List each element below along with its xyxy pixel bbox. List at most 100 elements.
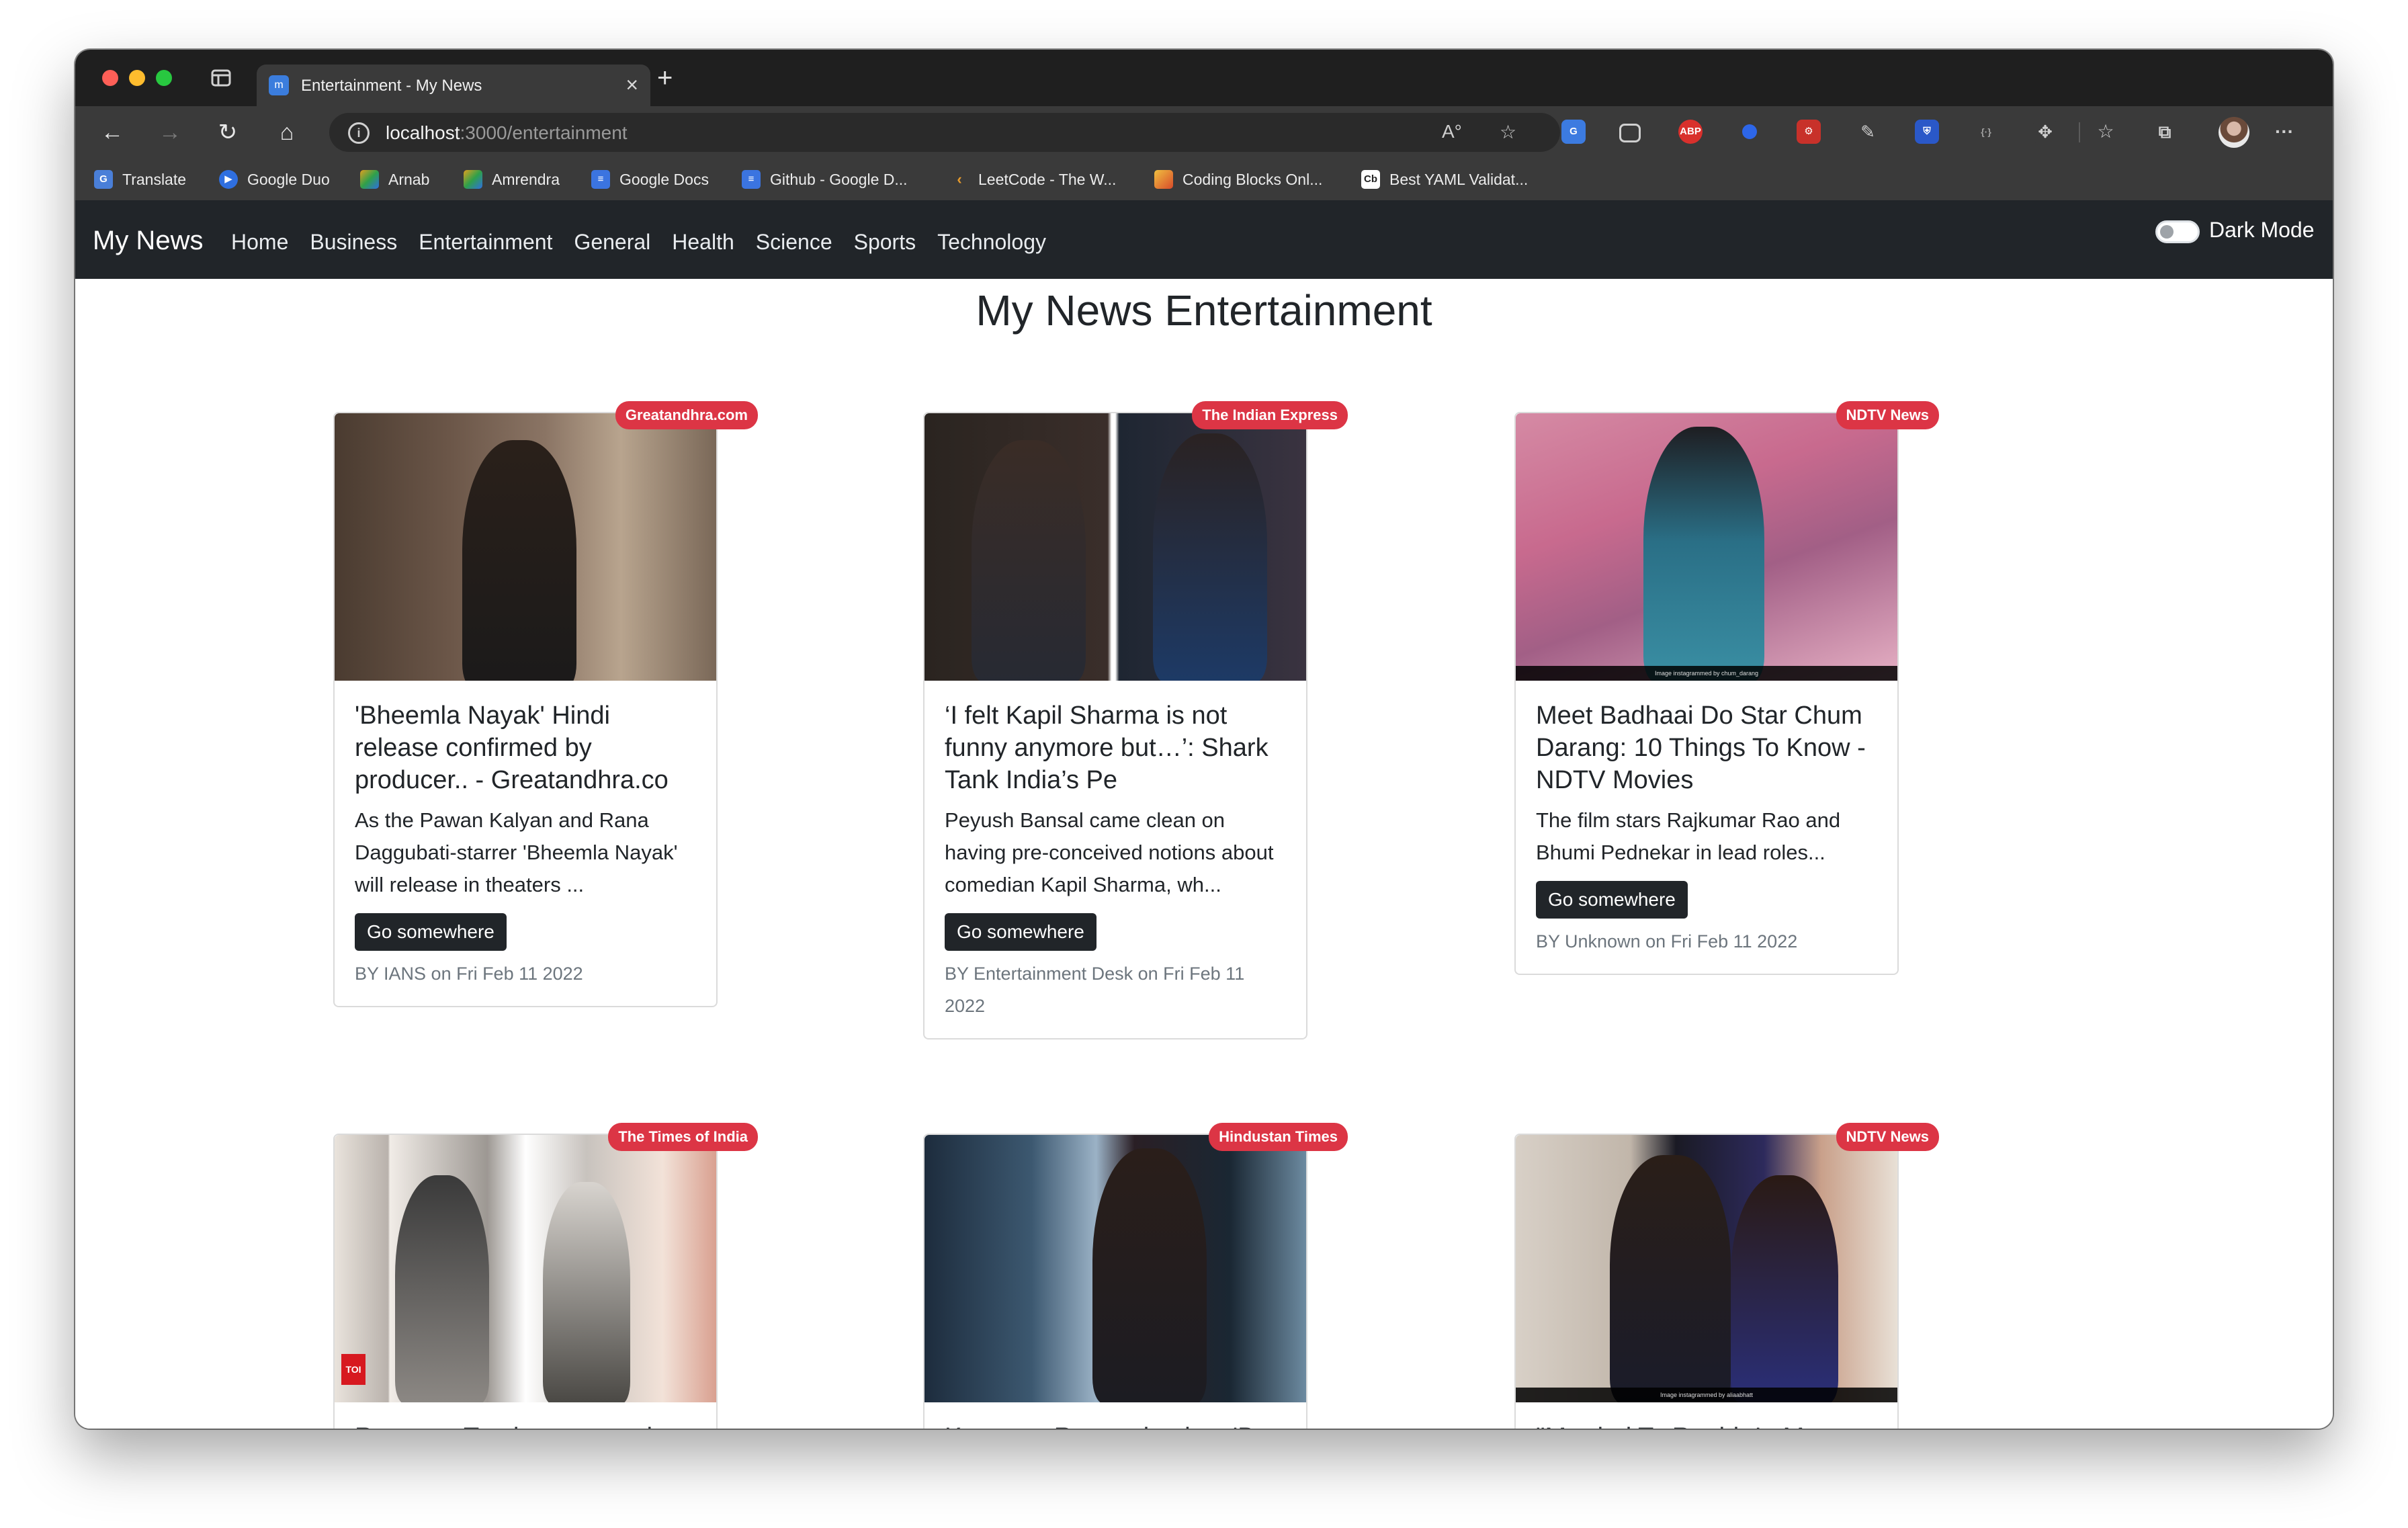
news-image: Image instagrammed by chum_darang [1516,413,1897,681]
collections-icon[interactable]: ⧉ [2153,120,2177,144]
close-window-button[interactable] [102,70,118,86]
card-title: "Married To Ranbir In My Head For Many Y… [1536,1421,1877,1429]
news-card: Image instagrammed by chum_darang NDTV N… [1514,401,1939,975]
bookmarks-bar: G Translate ▶ Google Duo Arnab Amrendra ≡ G… [75,159,2333,202]
adblock-icon[interactable]: ABP [1678,120,1703,144]
bookmark-google-docs[interactable]: ≡ Google Docs [591,168,709,191]
bookmark-leetcode[interactable]: ‹ LeetCode - The W... [950,168,1116,191]
docs-icon: ≡ [742,170,761,189]
news-card: TOI The Times of India Raveena Tandon mo… [333,1123,758,1429]
extension-brackets-icon[interactable]: {·} [1974,120,1998,144]
card-title: Raveena Tandon mourns her father Ravi Ta… [355,1421,696,1429]
card-title: ‘I felt Kapil Sharma is not funny anymor… [945,702,1268,794]
duo-icon: ▶ [219,170,238,189]
new-tab-icon[interactable]: + [657,63,673,93]
nav-link-home[interactable]: Home [231,230,288,255]
reload-icon[interactable]: ↻ [214,118,242,146]
source-badge: The Times of India [608,1123,758,1151]
source-badge: Hindustan Times [1209,1123,1348,1151]
card-body: "Married To Ranbir In My Head For Many Y… [1516,1402,1897,1429]
navbar-brand[interactable]: My News [93,226,203,256]
tab-actions-icon[interactable] [211,69,231,87]
read-aloud-icon[interactable]: A° [1442,121,1462,142]
tab-favicon-icon: m [269,75,289,95]
go-somewhere-button[interactable]: Go somewhere [1536,881,1688,919]
cb-icon: Cb [1361,170,1380,189]
maximize-window-button[interactable] [156,70,172,86]
extension-dot-icon[interactable] [1737,120,1762,144]
card-body: Raveena Tandon mourns her father Ravi Ta… [335,1402,716,1429]
source-badge: NDTV News [1836,1123,1939,1151]
nav-link-entertainment[interactable]: Entertainment [419,230,552,255]
cube-icon [1154,170,1173,189]
news-image: TOI [335,1135,716,1402]
address-bar[interactable]: i localhost:3000/entertainment A° ☆ [329,113,1560,152]
card-title: Meet Badhaai Do Star Chum Darang: 10 Thi… [1536,702,1866,794]
image-caption: Image instagrammed by aliaabhatt [1516,1388,1897,1402]
page-content: My News Entertainment Greatandhra.com 'B… [75,279,2333,1429]
bookmark-google-duo[interactable]: ▶ Google Duo [219,168,330,191]
dark-mode-label: Dark Mode [2209,218,2315,242]
extensions-puzzle-icon[interactable]: ✥ [2033,120,2057,144]
card-meta: BY Unknown on Fri Feb 11 2022 [1536,931,1798,951]
more-menu-icon[interactable]: ··· [2272,120,2296,144]
add-favorite-icon[interactable]: ☆ [1500,121,1516,143]
card-body: Kangana Ranaut bashes 'B-grade struggler… [924,1402,1306,1429]
news-image [924,1135,1306,1402]
bookmark-folder-icon [360,170,379,189]
toi-logo: TOI [341,1354,366,1385]
dark-mode-toggle[interactable] [2155,220,2200,243]
bookmark-arnab[interactable]: Arnab [360,168,429,191]
card-description: The film stars Rajkumar Rao and Bhumi Pe… [1536,808,1841,864]
forward-icon[interactable]: → [156,118,184,146]
image-caption: Image instagrammed by chum_darang [1516,666,1897,681]
news-card: The Indian Express ‘I felt Kapil Sharma … [923,401,1348,1039]
bitwarden-icon[interactable]: ⛨ [1915,120,1939,144]
nav-link-technology[interactable]: Technology [937,230,1046,255]
go-somewhere-button[interactable]: Go somewhere [945,913,1096,951]
docs-icon: ≡ [591,170,610,189]
pen-extension-icon[interactable]: ✎ [1856,120,1880,144]
profile-avatar[interactable] [2219,117,2249,148]
address-toolbar: ← → ↻ ⌂ i localhost:3000/entertainment A… [75,106,2333,159]
back-icon[interactable]: ← [98,118,126,146]
tab-capture-icon[interactable] [1619,124,1641,142]
go-somewhere-button[interactable]: Go somewhere [355,913,507,951]
url-text[interactable]: localhost:3000/entertainment [386,122,628,144]
favorites-icon[interactable]: ☆ [2094,120,2118,144]
bookmark-github-google-docs[interactable]: ≡ Github - Google D... [742,168,908,191]
nav-link-sports[interactable]: Sports [854,230,916,255]
extension-red-icon[interactable]: ⚙ [1797,120,1821,144]
news-image [335,413,716,681]
tab-close-icon[interactable]: × [626,73,638,97]
card-description: As the Pawan Kalyan and Rana Daggubati-s… [355,808,678,896]
nav-links: Home Business Entertainment General Heal… [231,230,1068,255]
translate-extension-icon[interactable]: G [1561,120,1586,144]
toolbar-divider [2079,122,2080,142]
minimize-window-button[interactable] [129,70,145,86]
source-badge: Greatandhra.com [615,401,758,429]
site-info-icon[interactable]: i [348,122,370,144]
bookmark-yaml-validator[interactable]: Cb Best YAML Validat... [1361,168,1528,191]
bookmark-coding-blocks[interactable]: Coding Blocks Onl... [1154,168,1322,191]
card-meta: BY IANS on Fri Feb 11 2022 [355,964,583,984]
nav-link-general[interactable]: General [574,230,650,255]
card-meta: BY Entertainment Desk on Fri Feb 11 2022 [945,964,1245,1016]
card-body: 'Bheemla Nayak' Hindi release confirmed … [335,681,716,1006]
page-title: My News Entertainment [976,286,1432,335]
bookmark-translate[interactable]: G Translate [94,168,186,191]
nav-link-health[interactable]: Health [672,230,734,255]
bookmark-amrendra[interactable]: Amrendra [464,168,560,191]
translate-icon: G [94,170,113,189]
card-title: Kangana Ranaut bashes 'B-grade struggler… [945,1421,1286,1429]
toggle-knob [2160,225,2174,239]
home-icon[interactable]: ⌂ [273,118,301,146]
news-card: Greatandhra.com 'Bheemla Nayak' Hindi re… [333,401,758,1007]
nav-link-science[interactable]: Science [756,230,832,255]
card-title: 'Bheemla Nayak' Hindi release confirmed … [355,702,669,794]
nav-link-business[interactable]: Business [310,230,397,255]
news-card: Hindustan Times Kangana Ranaut bashes 'B… [923,1123,1348,1429]
card-description: Peyush Bansal came clean on having pre-c… [945,808,1274,896]
tab-entertainment[interactable]: m Entertainment - My News × [257,65,650,106]
source-badge: The Indian Express [1192,401,1348,429]
